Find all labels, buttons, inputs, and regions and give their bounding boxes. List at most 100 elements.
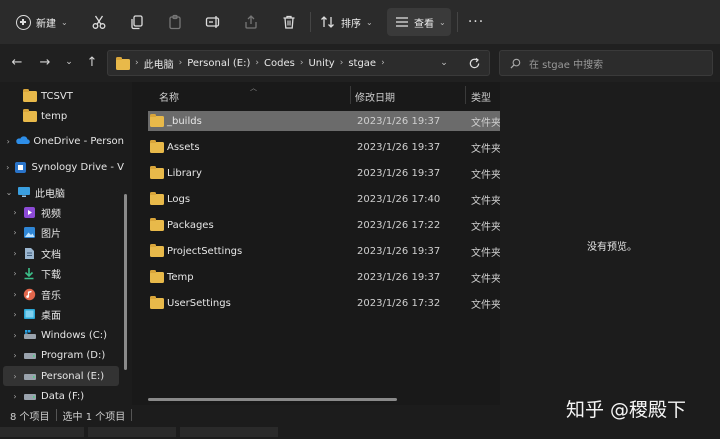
file-modified: 2023/1/26 17:22 — [357, 219, 441, 231]
breadcrumb-unity[interactable]: Unity — [308, 58, 334, 69]
chevron-right-icon[interactable]: › — [10, 290, 20, 299]
sort-button[interactable]: 排序 ⌄ — [316, 10, 377, 34]
file-row-temp[interactable]: Temp 2023/1/26 19:37 文件夹 — [148, 267, 500, 287]
file-row-packages[interactable]: Packages 2023/1/26 17:22 文件夹 — [148, 215, 500, 235]
file-row-projectsettings[interactable]: ProjectSettings 2023/1/26 19:37 文件夹 — [148, 241, 500, 261]
sidebar-item-label: 下载 — [41, 269, 61, 281]
chevron-right-icon[interactable]: › — [10, 392, 20, 401]
sidebar-item-windows-c[interactable]: › Windows (C:) — [0, 325, 124, 345]
chevron-down-icon: ⌄ — [440, 58, 448, 68]
address-bar[interactable]: › 此电脑 › Personal (E:) › Codes › Unity › … — [107, 50, 490, 76]
sidebar-item-desktop[interactable]: › 桌面 — [0, 304, 124, 324]
column-divider[interactable] — [465, 86, 466, 104]
sidebar-item-pictures[interactable]: › 图片 — [0, 222, 124, 242]
column-modified-header[interactable]: 修改日期 — [355, 89, 395, 104]
chevron-right-icon[interactable]: › — [10, 310, 20, 319]
arrow-left-icon: ← — [11, 54, 23, 70]
sidebar-item-data-f[interactable]: › Data (F:) — [0, 386, 124, 406]
folder-icon — [150, 165, 164, 179]
chevron-right-icon[interactable]: › — [10, 228, 20, 237]
chevron-right-icon[interactable]: › — [4, 163, 11, 172]
paste-button[interactable] — [165, 12, 185, 32]
sidebar-item-onedrive[interactable]: › OneDrive - Person — [0, 131, 124, 151]
desktop-icon — [23, 308, 37, 320]
file-type: 文件夹 — [471, 221, 500, 233]
drive-icon — [23, 370, 37, 382]
chevron-right-icon[interactable]: › — [10, 269, 20, 278]
file-name: _builds — [167, 115, 202, 127]
sidebar-item-personal-e[interactable]: › Personal (E:) — [3, 366, 119, 386]
rename-button[interactable] — [203, 12, 223, 32]
chevron-right-icon[interactable]: › — [10, 249, 20, 258]
scissors-icon — [92, 15, 106, 29]
rename-icon — [205, 16, 220, 28]
file-row-assets[interactable]: Assets 2023/1/26 19:37 文件夹 — [148, 137, 500, 157]
forward-button[interactable]: → — [36, 52, 54, 72]
sidebar-item-synology-drive[interactable]: › Synology Drive - V — [0, 157, 124, 177]
folder-icon — [23, 109, 37, 122]
copy-icon — [131, 15, 143, 30]
navigation-scrollbar[interactable] — [124, 194, 127, 370]
cut-button[interactable] — [89, 12, 109, 32]
copy-button[interactable] — [127, 12, 147, 32]
chevron-right-icon[interactable]: › — [4, 137, 12, 146]
folder-icon — [150, 139, 164, 153]
preview-pane: 没有预览。 — [500, 82, 720, 405]
delete-button[interactable] — [279, 12, 299, 32]
sidebar-item-documents[interactable]: › 文档 — [0, 243, 124, 263]
back-button[interactable]: ← — [8, 52, 26, 72]
recent-locations-button[interactable]: ⌄ — [60, 52, 78, 72]
column-name-header[interactable]: 名称 — [159, 89, 179, 104]
sidebar-item-label: Personal (E:) — [41, 370, 105, 382]
synology-drive-icon — [14, 161, 27, 173]
pc-icon — [17, 186, 31, 198]
file-name: UserSettings — [167, 297, 231, 309]
file-row-usersettings[interactable]: UserSettings 2023/1/26 17:32 文件夹 — [148, 293, 500, 313]
more-options-button[interactable]: ··· — [466, 12, 486, 32]
view-button[interactable]: 查看 ⌄ — [387, 8, 451, 36]
column-type-header[interactable]: 类型 — [471, 89, 491, 104]
sidebar-item-label: 桌面 — [41, 310, 61, 322]
breadcrumb-this-pc[interactable]: 此电脑 — [144, 56, 174, 71]
sidebar-item-this-pc[interactable]: ⌄ 此电脑 — [0, 182, 124, 202]
search-input[interactable]: 在 stgae 中搜索 — [499, 50, 713, 76]
status-divider — [55, 409, 57, 421]
share-button[interactable] — [241, 12, 261, 32]
column-divider[interactable] — [350, 86, 351, 104]
new-button[interactable]: 新建 ⌄ — [10, 10, 74, 34]
download-icon — [23, 267, 37, 280]
chevron-right-icon[interactable]: › — [10, 351, 20, 360]
breadcrumb-personal-e[interactable]: Personal (E:) — [187, 58, 250, 69]
file-modified: 2023/1/26 19:37 — [357, 271, 441, 283]
address-history-button[interactable]: ⌄ — [437, 56, 451, 70]
sidebar-item-temp[interactable]: temp — [0, 106, 124, 126]
file-type: 文件夹 — [471, 247, 500, 259]
file-modified: 2023/1/26 17:32 — [357, 297, 441, 309]
search-icon — [510, 58, 521, 69]
chevron-right-icon[interactable]: › — [10, 331, 20, 340]
sidebar-item-downloads[interactable]: › 下载 — [0, 263, 124, 283]
sidebar-item-videos[interactable]: › 视频 — [0, 202, 124, 222]
file-type: 文件夹 — [471, 299, 500, 311]
file-row-logs[interactable]: Logs 2023/1/26 17:40 文件夹 — [148, 189, 500, 209]
chevron-right-icon[interactable]: › — [10, 372, 20, 381]
chevron-down-icon[interactable]: ⌄ — [4, 188, 14, 197]
sidebar-item-tcsvt[interactable]: TCSVT — [0, 86, 124, 106]
breadcrumb-stgae[interactable]: stgae — [348, 58, 376, 69]
chevron-right-icon[interactable]: › — [10, 208, 20, 217]
breadcrumb-codes[interactable]: Codes — [264, 58, 295, 69]
onedrive-icon — [15, 135, 31, 147]
list-view-icon — [396, 17, 408, 27]
file-row-builds[interactable]: _builds 2023/1/26 19:37 文件夹 — [148, 111, 500, 131]
folder-icon — [150, 269, 164, 283]
sidebar-item-music[interactable]: › 音乐 — [0, 284, 124, 304]
file-name: Packages — [167, 219, 214, 231]
sidebar-item-program-d[interactable]: › Program (D:) — [0, 345, 124, 365]
new-button-label: 新建 — [36, 18, 56, 30]
chevron-right-icon: › — [178, 58, 183, 68]
sidebar-item-label: temp — [41, 110, 68, 122]
up-button[interactable]: ↑ — [83, 52, 101, 72]
refresh-button[interactable] — [466, 55, 482, 71]
file-row-library[interactable]: Library 2023/1/26 19:37 文件夹 — [148, 163, 500, 183]
file-list-horizontal-scrollbar[interactable] — [148, 398, 397, 401]
